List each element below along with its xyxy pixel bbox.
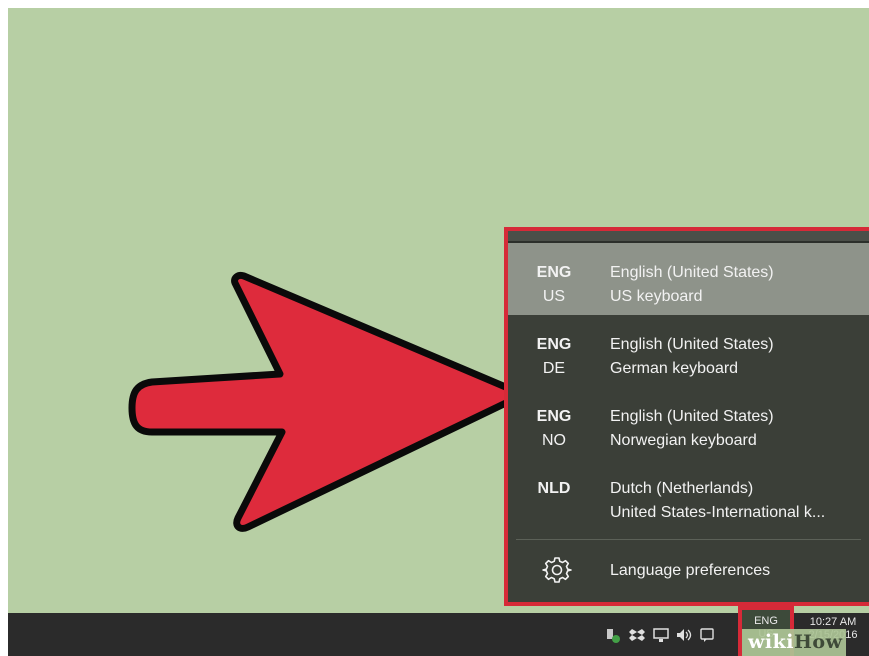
gear-icon bbox=[542, 557, 572, 583]
language-code-main: ENG bbox=[536, 264, 572, 281]
language-code: ENG DE bbox=[508, 333, 600, 381]
language-indicator-code: ENG bbox=[754, 615, 778, 627]
language-name: Dutch (Netherlands) bbox=[610, 480, 754, 497]
language-code: NLD bbox=[508, 477, 600, 501]
screenshot-stage: ENG US English (United States) US keyboa… bbox=[0, 0, 869, 656]
keyboard-name: German keyboard bbox=[610, 360, 739, 377]
dropbox-icon[interactable] bbox=[628, 626, 646, 644]
flyout-top-bar bbox=[508, 231, 869, 243]
network-status-icon[interactable] bbox=[604, 626, 622, 644]
language-item-eng-us[interactable]: ENG US English (United States) US keyboa… bbox=[508, 243, 869, 315]
watermark-part-2: How bbox=[793, 631, 843, 653]
language-code: ENG NO bbox=[508, 405, 600, 453]
notification-icon[interactable] bbox=[698, 626, 716, 644]
keyboard-name: US keyboard bbox=[610, 288, 703, 305]
keyboard-name: Norwegian keyboard bbox=[610, 432, 757, 449]
language-description: Dutch (Netherlands) United States-Intern… bbox=[610, 477, 861, 525]
language-item-nld[interactable]: NLD Dutch (Netherlands) United States-In… bbox=[508, 459, 869, 531]
language-code-main: ENG bbox=[536, 408, 572, 425]
language-code-region: NO bbox=[542, 432, 566, 449]
wikihow-watermark: wikiHow bbox=[742, 629, 847, 656]
language-description: English (United States) German keyboard bbox=[610, 333, 861, 381]
watermark-part-1: wiki bbox=[748, 631, 794, 653]
language-code: ENG US bbox=[508, 261, 600, 309]
language-description: English (United States) US keyboard bbox=[610, 261, 861, 309]
language-item-eng-de[interactable]: ENG DE English (United States) German ke… bbox=[508, 315, 869, 387]
language-code-main: NLD bbox=[537, 480, 571, 497]
display-icon[interactable] bbox=[652, 626, 670, 644]
language-flyout: ENG US English (United States) US keyboa… bbox=[504, 227, 869, 606]
language-code-region: US bbox=[542, 288, 566, 305]
language-preferences-link[interactable]: Language preferences bbox=[508, 540, 869, 602]
language-name: English (United States) bbox=[610, 336, 774, 353]
language-description: English (United States) Norwegian keyboa… bbox=[610, 405, 861, 453]
language-name: English (United States) bbox=[610, 408, 774, 425]
language-item-eng-no[interactable]: ENG NO English (United States) Norwegian… bbox=[508, 387, 869, 459]
language-code-region: DE bbox=[542, 360, 566, 377]
clock-time: 10:27 AM bbox=[809, 616, 857, 628]
language-preferences-label: Language preferences bbox=[610, 562, 771, 579]
language-code-main: ENG bbox=[536, 336, 572, 353]
language-name: English (United States) bbox=[610, 264, 774, 281]
volume-icon[interactable] bbox=[675, 626, 693, 644]
keyboard-name: United States-International k... bbox=[610, 504, 826, 521]
